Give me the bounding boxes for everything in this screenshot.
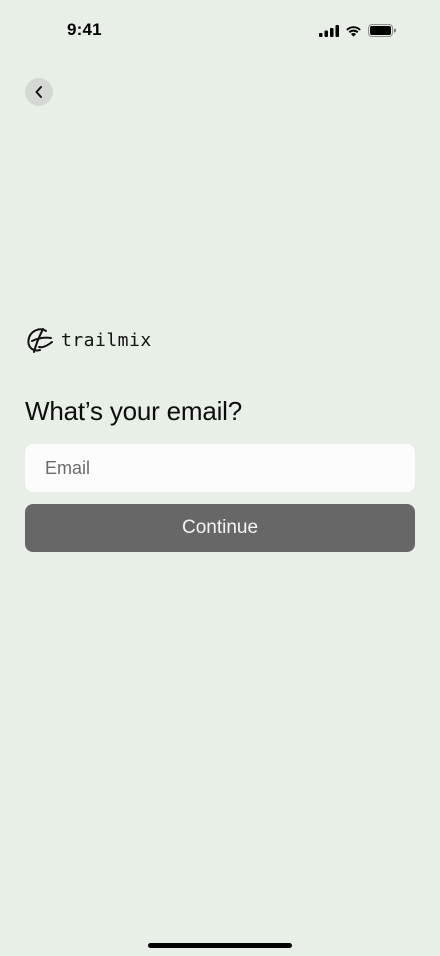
email-field[interactable]	[25, 444, 415, 492]
wifi-icon	[346, 25, 361, 37]
status-bar: 9:41	[0, 0, 440, 64]
status-icons	[319, 24, 396, 37]
trailmix-mark-icon	[27, 328, 53, 353]
back-button[interactable]	[25, 78, 53, 106]
trailmix-logo: trailmix	[25, 325, 152, 355]
logo-text: trailmix	[61, 329, 152, 351]
chevron-left-icon	[35, 86, 42, 98]
page-title: What’s your email?	[25, 396, 243, 426]
status-time: 9:41	[67, 20, 102, 39]
battery-icon	[368, 24, 396, 37]
continue-button[interactable]: Continue	[25, 504, 415, 552]
home-indicator[interactable]	[148, 943, 292, 948]
signal-icon	[319, 24, 339, 37]
